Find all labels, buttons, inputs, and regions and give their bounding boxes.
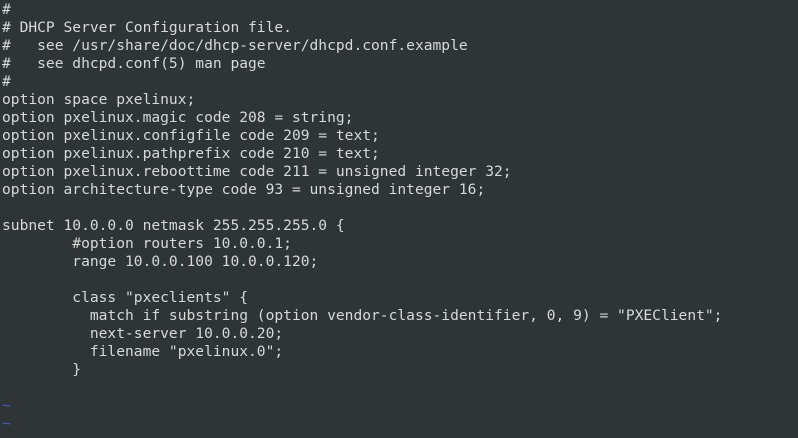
file-line: # <box>2 73 11 90</box>
empty-buffer-tilde: ~ <box>2 415 11 432</box>
file-line: option architecture-type code 93 = unsig… <box>2 181 486 198</box>
file-line: } <box>2 361 82 378</box>
file-line: option pxelinux.pathprefix code 210 = te… <box>2 145 380 162</box>
empty-buffer-tilde: ~ <box>2 397 11 414</box>
file-line <box>2 379 798 397</box>
file-line: next-server 10.0.0.20; <box>2 325 284 342</box>
file-line: # see /usr/share/doc/dhcp-server/dhcpd.c… <box>2 37 468 54</box>
file-line: # DHCP Server Configuration file. <box>2 19 292 36</box>
file-line: option space pxelinux; <box>2 91 196 108</box>
file-line: option pxelinux.configfile code 209 = te… <box>2 127 380 144</box>
file-line: #option routers 10.0.0.1; <box>2 235 292 252</box>
file-line: option pxelinux.reboottime code 211 = un… <box>2 163 512 180</box>
file-line: subnet 10.0.0.0 netmask 255.255.255.0 { <box>2 217 345 234</box>
file-line: match if substring (option vendor-class-… <box>2 307 723 324</box>
file-line: # see dhcpd.conf(5) man page <box>2 55 266 72</box>
file-line <box>2 199 798 217</box>
file-line: range 10.0.0.100 10.0.0.120; <box>2 253 319 270</box>
file-line: class "pxeclients" { <box>2 289 249 306</box>
file-line: # <box>2 1 11 18</box>
terminal-window[interactable]: # # DHCP Server Configuration file. # se… <box>0 0 798 438</box>
file-line <box>2 271 798 289</box>
file-line: option pxelinux.magic code 208 = string; <box>2 109 354 126</box>
file-line: filename "pxelinux.0"; <box>2 343 284 360</box>
